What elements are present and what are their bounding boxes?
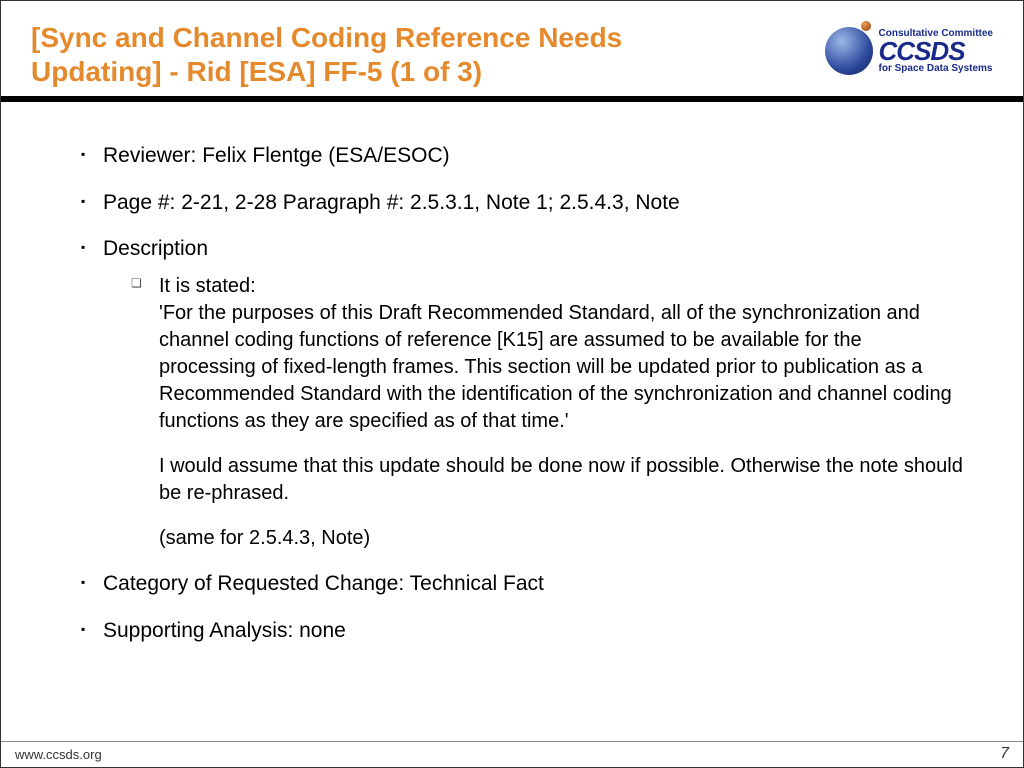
logo-text: Consultative Committee CCSDS for Space D… bbox=[879, 28, 993, 75]
description-sub-item: It is stated: 'For the purposes of this … bbox=[131, 273, 963, 552]
bullet-category: Category of Requested Change: Technical … bbox=[81, 570, 963, 598]
ccsds-logo: Consultative Committee CCSDS for Space D… bbox=[825, 27, 993, 75]
slide-footer: www.ccsds.org 7 bbox=[1, 741, 1023, 767]
logo-bottom-text: for Space Data Systems bbox=[879, 63, 993, 74]
slide-header: [Sync and Channel Coding Reference Needs… bbox=[1, 1, 1023, 96]
logo-sphere-icon bbox=[825, 27, 873, 75]
desc-line3: I would assume that this update should b… bbox=[159, 455, 963, 504]
slide-content: Reviewer: Felix Flentge (ESA/ESOC) Page … bbox=[1, 102, 1023, 683]
logo-dot-icon bbox=[861, 21, 871, 31]
bullet-analysis: Supporting Analysis: none bbox=[81, 617, 963, 645]
slide: [Sync and Channel Coding Reference Needs… bbox=[0, 0, 1024, 768]
bullet-page: Page #: 2-21, 2-28 Paragraph #: 2.5.3.1,… bbox=[81, 189, 963, 217]
bullet-reviewer: Reviewer: Felix Flentge (ESA/ESOC) bbox=[81, 142, 963, 170]
description-label: Description bbox=[103, 237, 208, 260]
bullet-description: Description It is stated: 'For the purpo… bbox=[81, 235, 963, 552]
desc-line4: (same for 2.5.4.3, Note) bbox=[159, 527, 370, 549]
page-number: 7 bbox=[1000, 745, 1009, 763]
slide-title: [Sync and Channel Coding Reference Needs… bbox=[31, 21, 671, 88]
desc-line2: 'For the purposes of this Draft Recommen… bbox=[159, 302, 952, 432]
logo-main-text: CCSDS bbox=[879, 37, 993, 66]
footer-url: www.ccsds.org bbox=[15, 747, 102, 762]
desc-line1: It is stated: bbox=[159, 275, 256, 297]
